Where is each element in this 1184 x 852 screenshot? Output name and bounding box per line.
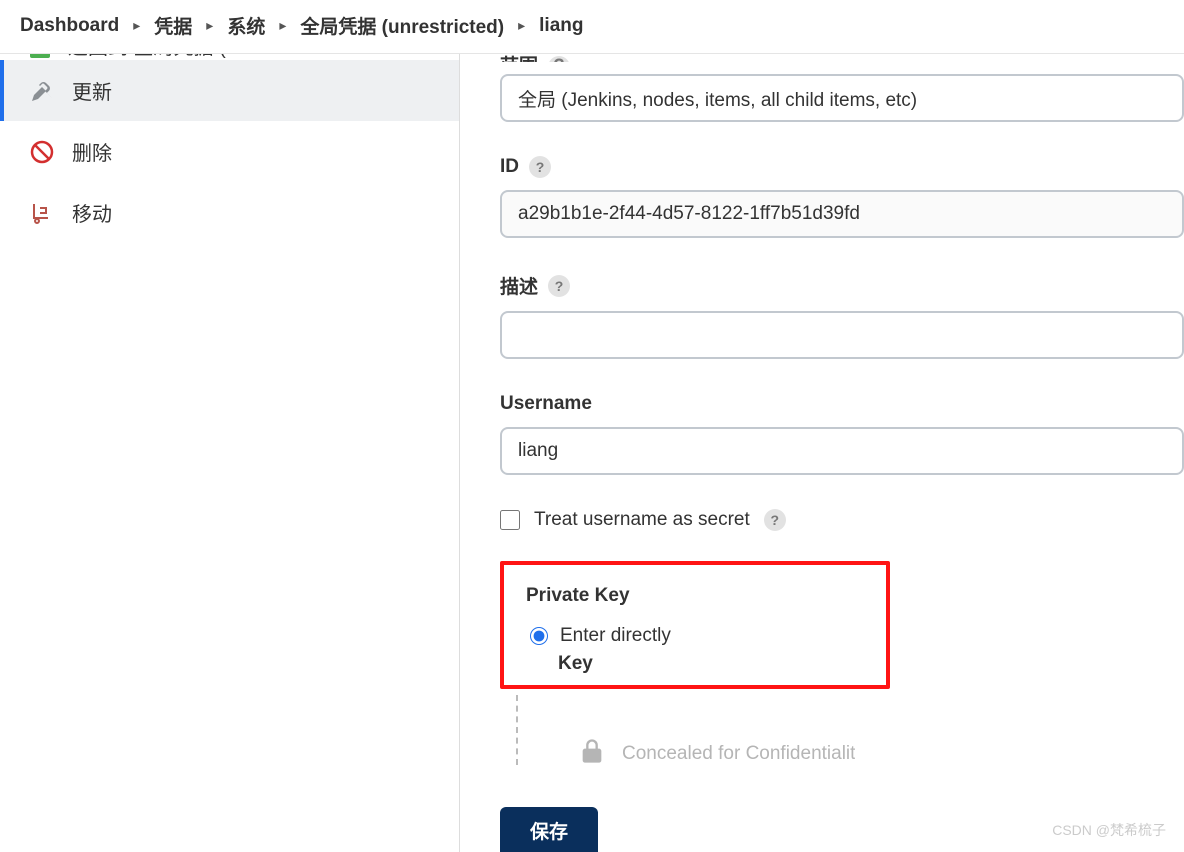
sidebar-item-label: 移动 [72,198,112,227]
tools-icon [30,79,54,103]
chevron-right-icon: ▸ [518,17,525,34]
scope-label: 范围 [500,54,538,62]
sidebar-item-delete[interactable]: 删除 [0,121,459,182]
main-content: 范围 ? ID ? 描述 ? Username [460,54,1184,852]
private-key-label: Private Key [526,585,864,607]
key-label: Key [526,653,864,675]
sidebar-item-update[interactable]: 更新 [0,60,459,121]
crumb-credentials[interactable]: 凭据 [154,12,192,39]
crumb-liang[interactable]: liang [539,15,583,37]
help-icon[interactable]: ? [548,275,570,297]
chevron-right-icon: ▸ [133,17,140,34]
sidebar-item-label: 返回到 全局凭据 ( [68,54,226,60]
lock-icon [578,737,606,771]
help-icon[interactable]: ? [548,56,570,62]
private-key-highlight: Private Key Enter directly Key [500,561,890,689]
description-input[interactable] [500,311,1184,359]
scope-label-row: 范围 ? [500,54,1184,62]
concealed-row: Concealed for Confidentialit [578,737,855,771]
enter-directly-label: Enter directly [560,625,671,647]
handtruck-icon [30,201,54,225]
chevron-right-icon: ▸ [279,17,286,34]
id-input[interactable] [500,190,1184,238]
breadcrumb: Dashboard ▸ 凭据 ▸ 系统 ▸ 全局凭据 (unrestricted… [0,0,1184,54]
sidebar-item-label: 更新 [72,76,112,105]
chevron-right-icon: ▸ [206,17,213,34]
scope-input[interactable] [500,74,1184,122]
sidebar-item-move[interactable]: 移动 [0,182,459,243]
crumb-dashboard[interactable]: Dashboard [20,15,119,37]
help-icon[interactable]: ? [764,509,786,531]
crumb-system[interactable]: 系统 [227,12,265,39]
username-label: Username [500,393,592,415]
sidebar-item-label: 删除 [72,137,112,166]
sidebar: 返回到 全局凭据 ( 更新 删除 移动 [0,54,460,852]
back-icon [30,54,50,58]
save-button[interactable]: 保存 [500,807,598,852]
tree-connector: Concealed for Confidentialit [516,695,1184,765]
watermark: CSDN @梵希梳子 [1052,820,1166,840]
concealed-text: Concealed for Confidentialit [622,743,855,765]
username-input[interactable] [500,427,1184,475]
treat-secret-checkbox[interactable] [500,510,520,530]
help-icon[interactable]: ? [529,156,551,178]
description-label: 描述 [500,272,538,299]
enter-directly-radio[interactable] [530,627,548,645]
no-entry-icon [30,140,54,164]
id-label: ID [500,156,519,178]
crumb-global-credentials[interactable]: 全局凭据 (unrestricted) [300,12,504,39]
treat-secret-label: Treat username as secret [534,509,750,531]
